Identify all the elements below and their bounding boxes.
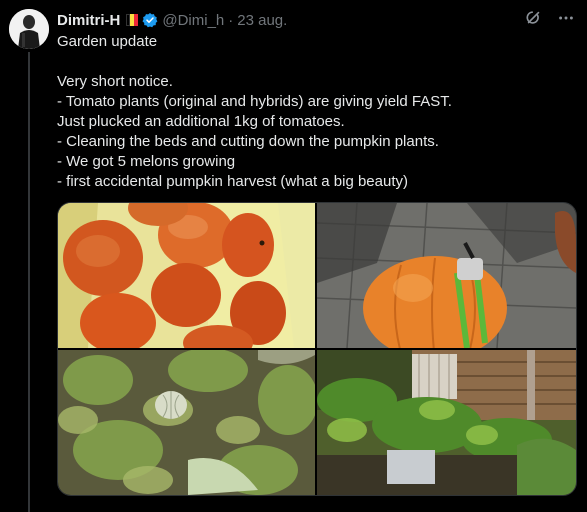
verified-badge-icon xyxy=(142,12,158,28)
separator-dot: · xyxy=(228,11,234,29)
avatar-image xyxy=(9,9,49,49)
media-grid xyxy=(57,202,577,496)
tweet-header: Dimitri-H @Dimi_h · 23 aug. xyxy=(57,10,287,30)
tweet-actions xyxy=(525,9,575,27)
thread-line xyxy=(28,52,30,512)
author-name[interactable]: Dimitri-H xyxy=(57,12,120,29)
photo-tomatoes[interactable] xyxy=(58,203,315,348)
photo-garden-bed[interactable] xyxy=(317,350,576,495)
avatar[interactable] xyxy=(9,9,49,49)
author-handle[interactable]: @Dimi_h xyxy=(162,12,224,29)
photo-pumpkin[interactable] xyxy=(317,203,576,348)
grok-icon[interactable] xyxy=(525,9,543,27)
tweet-text: Garden update Very short notice. - Tomat… xyxy=(57,33,452,190)
more-icon[interactable] xyxy=(557,9,575,27)
photo-melons[interactable] xyxy=(58,350,315,495)
tweet-date[interactable]: 23 aug. xyxy=(237,12,287,29)
belgium-flag-icon xyxy=(126,14,139,26)
